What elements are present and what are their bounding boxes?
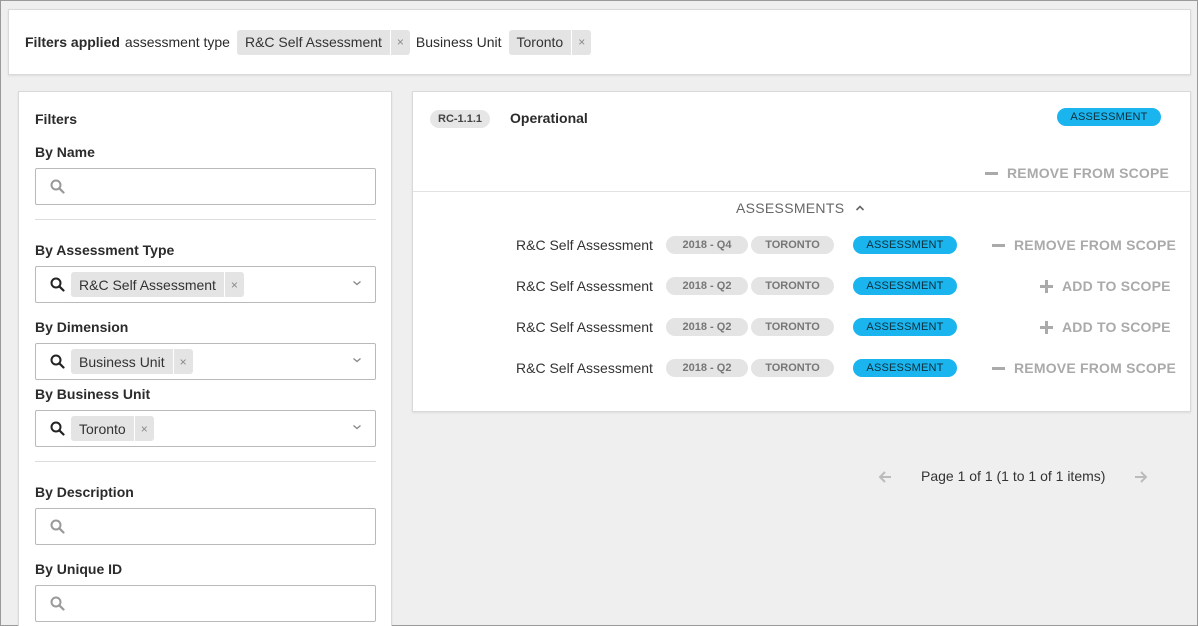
location-tag: TORONTO [751, 359, 834, 377]
action-label: REMOVE FROM SCOPE [1014, 237, 1177, 253]
location-tag: TORONTO [751, 318, 834, 336]
business-unit-chip: Toronto × [71, 416, 154, 441]
search-icon [50, 277, 65, 292]
chevron-up-icon [856, 205, 865, 211]
period-tag: 2018 - Q2 [666, 359, 748, 377]
divider [35, 219, 376, 220]
search-icon [50, 421, 65, 436]
plus-icon [1040, 320, 1053, 334]
assessment-row-name[interactable]: R&C Self Assessment [516, 237, 653, 253]
dimension-select[interactable]: Business Unit × [35, 343, 376, 380]
assessment-row-name[interactable]: R&C Self Assessment [516, 360, 653, 376]
by-name-input[interactable] [35, 168, 376, 205]
pagination-text: Page 1 of 1 (1 to 1 of 1 items) [921, 468, 1106, 484]
section-title: ASSESSMENTS [736, 200, 845, 216]
chip-remove-icon[interactable]: × [389, 29, 410, 55]
chip-label: Toronto [79, 420, 126, 437]
minus-icon [992, 243, 1005, 247]
by-description-label: By Description [35, 484, 134, 500]
period-tag: 2018 - Q2 [666, 277, 748, 295]
filters-applied-bar: Filters applied assessment type R&C Self… [8, 9, 1191, 75]
chip-remove-icon[interactable]: × [133, 416, 154, 441]
record-type-badge: ASSESSMENT [1057, 108, 1161, 126]
chip-label: Toronto [516, 34, 564, 50]
chip-label: Business Unit [79, 353, 165, 370]
pagination: Page 1 of 1 (1 to 1 of 1 items) [877, 467, 1157, 487]
by-business-unit-label: By Business Unit [35, 386, 151, 402]
by-unique-id-input[interactable] [35, 585, 376, 622]
action-label: ADD TO SCOPE [1062, 319, 1171, 335]
add-to-scope-button[interactable]: ADD TO SCOPE [1040, 319, 1171, 335]
minus-icon [985, 171, 998, 175]
business-unit-filter-chip: Toronto × [508, 29, 592, 55]
assessments-section-toggle[interactable]: ASSESSMENTS [736, 200, 866, 216]
chevron-down-icon[interactable] [352, 355, 362, 365]
filters-applied-label: Filters applied [25, 34, 120, 50]
assessment-type-chip: R&C Self Assessment × [71, 272, 244, 297]
chevron-down-icon[interactable] [352, 422, 362, 432]
remove-from-scope-button[interactable]: REMOVE FROM SCOPE [992, 360, 1176, 376]
by-unique-id-label: By Unique ID [35, 561, 123, 577]
remove-from-scope-button[interactable]: REMOVE FROM SCOPE [992, 237, 1176, 253]
chevron-down-icon[interactable] [352, 278, 362, 288]
by-assessment-type-label: By Assessment Type [35, 242, 175, 258]
record-title[interactable]: Operational [510, 110, 588, 126]
search-icon [50, 179, 65, 194]
type-badge: ASSESSMENT [853, 277, 957, 295]
by-description-input[interactable] [35, 508, 376, 545]
business-unit-select[interactable]: Toronto × [35, 410, 376, 447]
chip-label: R&C Self Assessment [79, 276, 216, 293]
action-label: REMOVE FROM SCOPE [1014, 360, 1177, 376]
location-tag: TORONTO [751, 236, 834, 254]
add-to-scope-button[interactable]: ADD TO SCOPE [1040, 278, 1171, 294]
period-tag: 2018 - Q2 [666, 318, 748, 336]
search-icon [50, 596, 65, 611]
record-card: RC-1.1.1 Operational ASSESSMENT REMOVE F… [412, 91, 1191, 412]
type-badge: ASSESSMENT [853, 318, 957, 336]
search-icon [50, 519, 65, 534]
filters-title: Filters [35, 111, 78, 127]
filters-panel: Filters By Name By Assessment Type R&C S… [18, 91, 392, 626]
remove-from-scope-button[interactable]: REMOVE FROM SCOPE [985, 165, 1169, 181]
search-icon [50, 354, 65, 369]
arrow-left-icon[interactable] [877, 469, 893, 485]
by-dimension-label: By Dimension [35, 319, 129, 335]
location-tag: TORONTO [751, 277, 834, 295]
type-badge: ASSESSMENT [853, 359, 957, 377]
assessment-type-filter-chip: R&C Self Assessment × [236, 29, 410, 55]
chip-remove-icon[interactable]: × [223, 272, 244, 297]
action-label: REMOVE FROM SCOPE [1007, 165, 1170, 181]
chip-remove-icon[interactable]: × [571, 29, 591, 55]
arrow-right-icon[interactable] [1133, 469, 1149, 485]
dimension-chip: Business Unit × [71, 349, 193, 374]
assessment-row-name[interactable]: R&C Self Assessment [516, 278, 653, 294]
business-unit-label: Business Unit [415, 34, 502, 50]
type-badge: ASSESSMENT [853, 236, 957, 254]
plus-icon [1040, 279, 1053, 293]
action-label: ADD TO SCOPE [1062, 278, 1171, 294]
chip-remove-icon[interactable]: × [172, 349, 193, 374]
divider [35, 461, 376, 462]
period-tag: 2018 - Q4 [666, 236, 748, 254]
assessment-row-name[interactable]: R&C Self Assessment [516, 319, 653, 335]
assessment-type-label: assessment type [124, 34, 230, 50]
divider [413, 191, 1190, 192]
assessment-type-select[interactable]: R&C Self Assessment × [35, 266, 376, 303]
by-name-label: By Name [35, 144, 95, 160]
minus-icon [992, 366, 1005, 370]
record-id-badge: RC-1.1.1 [430, 110, 491, 128]
chip-label: R&C Self Assessment [244, 34, 382, 50]
